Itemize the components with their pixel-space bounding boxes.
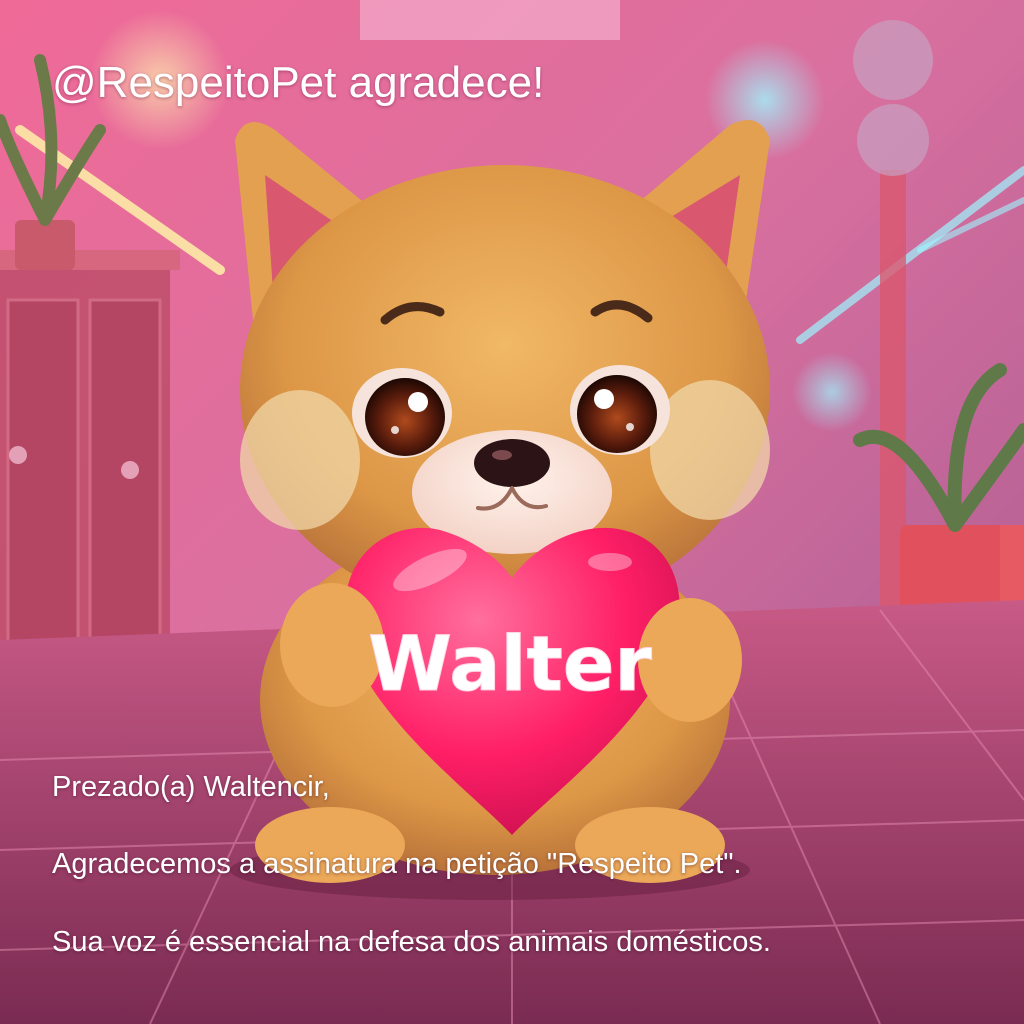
voice-message: Sua voz é essencial na defesa dos animai… — [52, 926, 771, 958]
heart-name-text: Walter — [368, 619, 652, 708]
thanks-message: Agradecemos a assinatura na petição "Res… — [52, 848, 742, 880]
greeting-text: Prezado(a) Waltencir, — [52, 771, 330, 803]
page-title: @RespeitoPet agradece! — [52, 58, 545, 107]
